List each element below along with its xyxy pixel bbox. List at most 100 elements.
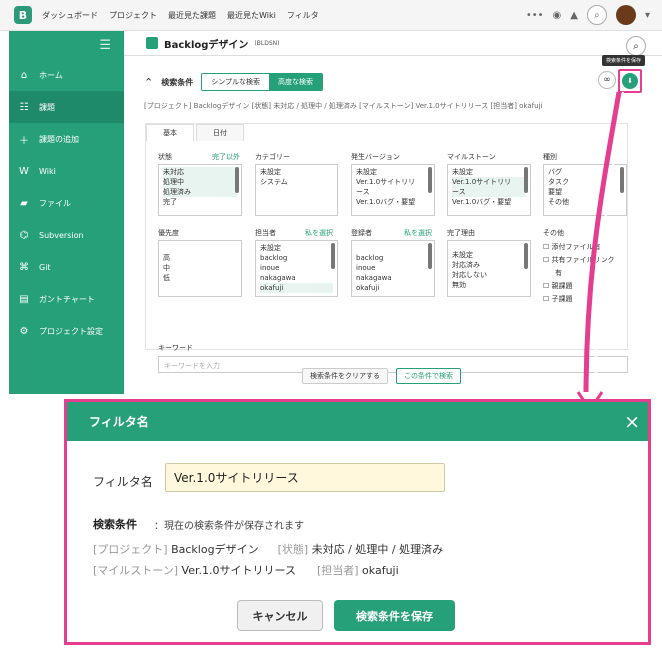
checkbox-shared-file[interactable]: ☐ 共有ファイルリンク <box>543 254 615 267</box>
chevron-down-icon[interactable]: ▾ <box>645 10 650 21</box>
sidebar-item-wiki[interactable]: W Wiki <box>9 155 124 187</box>
search-actions: 検索条件をクリアする この条件で検索 <box>302 368 461 384</box>
list-item[interactable]: nakagawa <box>260 273 333 283</box>
priority-list[interactable]: 高 中 低 <box>158 240 242 297</box>
sidebar-item-git[interactable]: ⌘ Git <box>9 251 124 283</box>
tab-date[interactable]: 日付 <box>196 124 244 141</box>
list-item[interactable]: 要望 <box>548 187 622 197</box>
list-icon: ☷ <box>19 101 29 113</box>
sidebar: ☰ ⌂ ホーム ☷ 課題 ＋ 課題の追加 W Wiki ▰ ファイル ⌬ Subversio… <box>9 31 124 394</box>
bell-icon[interactable]: ▲ <box>570 10 578 21</box>
list-item[interactable]: 未設定 <box>452 167 526 177</box>
search-icon[interactable]: ⌕ <box>586 5 607 25</box>
tab-advanced-search[interactable]: 高度な検索 <box>269 74 323 90</box>
list-item[interactable]: Ver.1.0バグ・要望 <box>356 197 430 207</box>
sidebar-item-project-settings[interactable]: ⚙ プロジェクト設定 <box>9 315 124 347</box>
list-item[interactable]: タスク <box>548 177 622 187</box>
search-icon[interactable]: ⌕ <box>626 36 646 56</box>
scrollbar[interactable] <box>620 167 624 193</box>
sidebar-item-file[interactable]: ▰ ファイル <box>9 187 124 219</box>
list-item[interactable]: 中 <box>163 263 237 273</box>
assignee-action[interactable]: 私を選択 <box>305 228 333 238</box>
checkbox-child[interactable]: ☐ 子課題 <box>543 293 615 306</box>
list-item[interactable]: 処理中 <box>163 177 237 187</box>
watch-icon[interactable]: ◉ <box>553 10 562 21</box>
sidebar-item-gantt[interactable]: ▤ ガントチャート <box>9 283 124 315</box>
list-item[interactable]: ース <box>356 187 430 197</box>
list-item[interactable]: 完了 <box>163 197 237 207</box>
list-item[interactable]: 対応済み <box>452 260 526 270</box>
list-item[interactable]: backlog <box>260 253 333 263</box>
checkbox-parent[interactable]: ☐ 親課題 <box>543 280 615 293</box>
link-icon[interactable]: ∞ <box>598 71 616 89</box>
condition-label: [マイルストーン] <box>93 564 179 577</box>
sidebar-item-add-issue[interactable]: ＋ 課題の追加 <box>9 123 124 155</box>
list-item[interactable]: okafuji <box>356 283 430 293</box>
clear-search-button[interactable]: 検索条件をクリアする <box>302 368 388 384</box>
scrollbar[interactable] <box>524 167 528 193</box>
sidebar-item-label: Git <box>39 262 51 272</box>
list-item[interactable]: 高 <box>163 253 237 263</box>
save-filter-icon[interactable]: ⬇ <box>622 73 638 89</box>
tab-basic[interactable]: 基本 <box>146 124 194 141</box>
list-item[interactable]: システム <box>260 177 333 187</box>
category-list[interactable]: 未設定 システム <box>255 164 338 216</box>
scrollbar[interactable] <box>428 167 432 193</box>
list-item[interactable]: その他 <box>548 197 622 207</box>
more-icon[interactable]: ••• <box>526 10 544 21</box>
list-item[interactable]: 未設定 <box>260 243 333 253</box>
list-item[interactable]: Ver.1.0バグ・要望 <box>452 197 526 207</box>
list-item[interactable]: 未設定 <box>356 167 430 177</box>
checkbox-attachment[interactable]: ☐ 添付ファイル有 <box>543 241 615 254</box>
list-item[interactable]: Ver.1.0サイトリリ <box>356 177 430 187</box>
type-list[interactable]: バグ タスク 要望 その他 <box>543 164 627 216</box>
close-icon[interactable]: × <box>624 411 640 433</box>
collapse-arrow-icon[interactable]: ⌃ <box>144 76 153 89</box>
list-item[interactable]: バグ <box>548 167 622 177</box>
sidebar-item-home[interactable]: ⌂ ホーム <box>9 59 124 91</box>
resolution-list[interactable]: 未設定 対応済み 対応しない 無効 <box>447 240 531 297</box>
filter-name-input[interactable]: Ver.1.0サイトリリース <box>165 463 445 492</box>
list-item[interactable]: 低 <box>163 273 237 283</box>
list-item[interactable]: okafuji <box>260 283 333 293</box>
list-item[interactable]: 処理済み <box>163 187 237 197</box>
list-item[interactable]: 未設定 <box>452 250 526 260</box>
sidebar-item-issues[interactable]: ☷ 課題 <box>9 91 124 123</box>
list-item[interactable]: 未対応 <box>163 167 237 177</box>
creator-action[interactable]: 私を選択 <box>404 228 432 238</box>
milestone-list[interactable]: 未設定 Ver.1.0サイトリリ ース Ver.1.0バグ・要望 <box>447 164 531 216</box>
sidebar-item-subversion[interactable]: ⌬ Subversion <box>9 219 124 251</box>
backlog-logo[interactable]: B <box>14 6 32 24</box>
list-item[interactable]: 未設定 <box>260 167 333 177</box>
tab-simple-search[interactable]: シンプルな検索 <box>202 74 270 90</box>
save-search-button[interactable]: 検索条件を保存 <box>334 600 455 631</box>
scrollbar[interactable] <box>331 243 335 269</box>
list-item[interactable]: nakagawa <box>356 273 430 283</box>
list-item[interactable]: 無効 <box>452 280 526 290</box>
nav-recent-issues[interactable]: 最近見た課題 <box>168 10 216 21</box>
svn-icon: ⌬ <box>19 229 29 241</box>
list-item[interactable]: Ver.1.0サイトリリ <box>452 177 526 187</box>
status-list[interactable]: 未対応 処理中 処理済み 完了 <box>158 164 242 216</box>
version-label: 発生バージョン <box>351 153 400 161</box>
list-item[interactable]: ース <box>452 187 526 197</box>
list-item[interactable]: inoue <box>356 263 430 273</box>
cancel-button[interactable]: キャンセル <box>237 600 323 631</box>
search-button[interactable]: この条件で検索 <box>396 368 461 384</box>
creator-list[interactable]: backlog inoue nakagawa okafuji <box>351 240 435 297</box>
list-item[interactable]: 対応しない <box>452 270 526 280</box>
nav-filter[interactable]: フィルタ <box>287 10 319 21</box>
scrollbar[interactable] <box>235 167 239 193</box>
status-action[interactable]: 完了以外 <box>212 152 240 162</box>
scrollbar[interactable] <box>524 243 528 269</box>
list-item[interactable]: backlog <box>356 253 430 263</box>
nav-project[interactable]: プロジェクト <box>109 10 157 21</box>
nav-recent-wiki[interactable]: 最近見たWiki <box>227 10 276 21</box>
assignee-list[interactable]: 未設定 backlog inoue nakagawa okafuji <box>255 240 338 297</box>
list-item[interactable]: inoue <box>260 263 333 273</box>
collapse-menu-icon[interactable]: ☰ <box>9 31 124 59</box>
nav-dashboard[interactable]: ダッシュボード <box>42 10 98 21</box>
avatar[interactable] <box>615 5 636 25</box>
version-list[interactable]: 未設定 Ver.1.0サイトリリ ース Ver.1.0バグ・要望 <box>351 164 435 216</box>
scrollbar[interactable] <box>428 243 432 269</box>
